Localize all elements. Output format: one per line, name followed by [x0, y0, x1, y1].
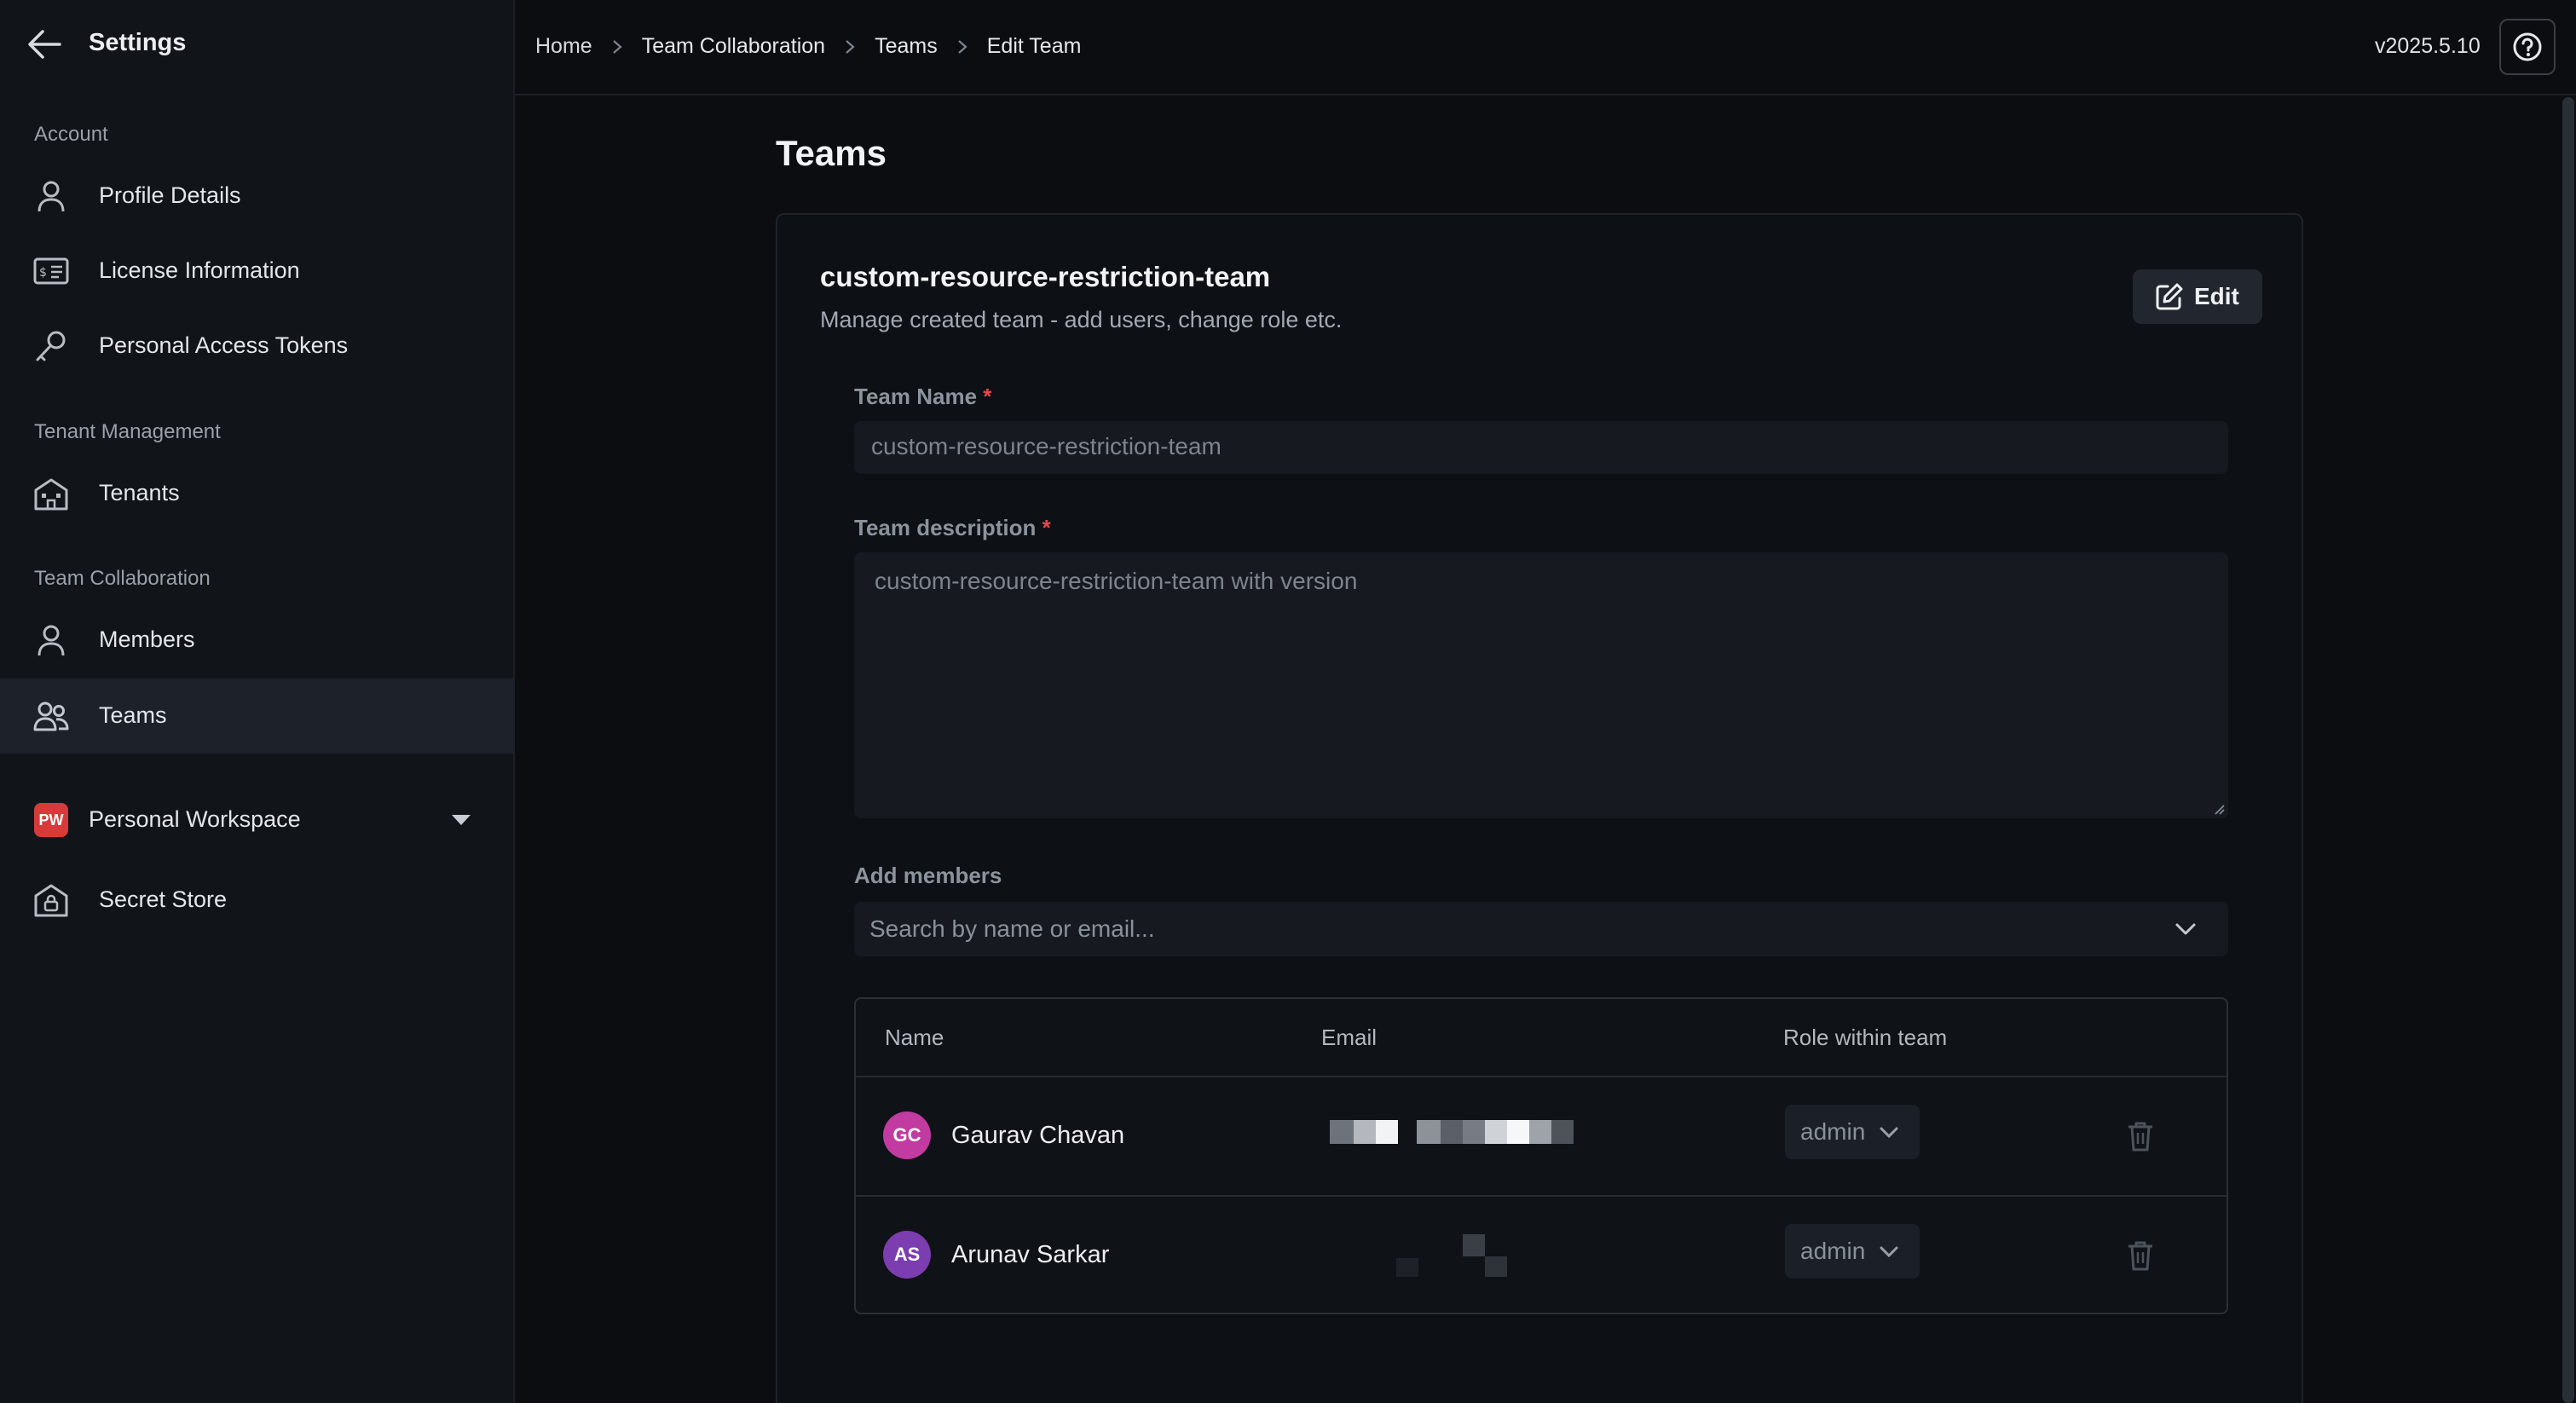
version-label: v2025.5.10 — [2375, 34, 2481, 58]
sidebar-item-license-information[interactable]: $ License Information — [0, 234, 513, 309]
role-value: admin — [1800, 1118, 1866, 1145]
required-mark: * — [1042, 515, 1051, 540]
chevron-down-icon — [2175, 923, 2196, 935]
section-team-collaboration: Team Collaboration — [34, 567, 211, 590]
team-name-label: Team Name * — [854, 384, 991, 410]
team-card-subtitle: Manage created team - add users, change … — [820, 307, 1343, 332]
workspace-badge: PW — [34, 803, 68, 837]
section-tenant-management: Tenant Management — [34, 420, 221, 443]
edit-button-label: Edit — [2194, 283, 2239, 309]
sidebar-item-teams[interactable]: Teams — [0, 678, 513, 753]
resize-grip-icon[interactable] — [2213, 803, 2225, 815]
column-header-role: Role within team — [1783, 1025, 1948, 1050]
table-row: GC Gaurav Chavan admin — [856, 1077, 2227, 1195]
required-mark: * — [983, 384, 992, 409]
add-members-label: Add members — [854, 863, 1002, 888]
sidebar-item-personal-access-tokens[interactable]: Personal Access Tokens — [0, 309, 513, 384]
sidebar-item-label: License Information — [99, 257, 300, 283]
scrollbar-thumb[interactable] — [2562, 97, 2574, 1403]
trash-icon[interactable] — [2126, 1239, 2155, 1272]
avatar: GC — [883, 1111, 931, 1159]
sidebar-item-label: Personal Access Tokens — [99, 332, 349, 358]
help-button[interactable] — [2499, 19, 2556, 75]
sidebar-item-label: Secret Store — [99, 886, 228, 912]
sidebar-item-secret-store[interactable]: Secret Store — [0, 863, 513, 938]
member-name: Gaurav Chavan — [951, 1122, 1125, 1149]
breadcrumb-teams[interactable]: Teams — [875, 34, 938, 59]
sidebar-item-profile-details[interactable]: Profile Details — [0, 159, 513, 234]
role-select[interactable]: admin — [1785, 1224, 1920, 1279]
avatar: AS — [883, 1231, 931, 1279]
users-group-icon — [33, 702, 69, 731]
sidebar-item-label: Members — [99, 626, 195, 652]
arrow-left-icon[interactable] — [26, 27, 63, 61]
chevron-right-icon — [612, 39, 622, 54]
team-card-title: custom-resource-restriction-team — [820, 261, 1271, 292]
svg-text:$: $ — [39, 266, 47, 280]
building-icon — [34, 478, 68, 511]
table-row: AS Arunav Sarkar admin — [856, 1197, 2227, 1314]
caret-down-icon — [452, 815, 471, 825]
team-name-label-text: Team Name — [854, 384, 978, 409]
sidebar: Settings Account Profile Details $ Licen… — [0, 0, 515, 1403]
section-account: Account — [34, 123, 108, 146]
license-card-icon: $ — [33, 257, 69, 285]
role-value: admin — [1800, 1238, 1866, 1264]
trash-icon[interactable] — [2126, 1120, 2155, 1152]
add-members-placeholder: Search by name or email... — [869, 915, 1155, 942]
column-header-email: Email — [1321, 1025, 1378, 1050]
chevron-down-icon — [1880, 1246, 1898, 1258]
topbar: Home Team Collaboration Teams Edit Team … — [515, 0, 2576, 95]
add-members-select[interactable]: Search by name or email... — [854, 902, 2228, 956]
workspace-label: Personal Workspace — [89, 806, 301, 832]
workspace-switcher[interactable]: PW Personal Workspace — [0, 782, 513, 857]
chevron-right-icon — [958, 39, 967, 54]
sidebar-item-label: Teams — [99, 702, 167, 728]
sidebar-item-tenants[interactable]: Tenants — [0, 456, 513, 531]
chevron-down-icon — [1880, 1127, 1898, 1139]
page-title: Teams — [776, 133, 887, 173]
role-select[interactable]: admin — [1785, 1105, 1920, 1159]
user-icon — [38, 181, 65, 212]
team-card: custom-resource-restriction-team Manage … — [776, 213, 2303, 1403]
help-circle-icon — [2513, 32, 2542, 61]
sidebar-item-members[interactable]: Members — [0, 603, 513, 678]
breadcrumb: Home Team Collaboration Teams Edit Team — [535, 34, 1081, 59]
breadcrumb-edit-team: Edit Team — [986, 34, 1082, 58]
edit-icon — [2156, 283, 2183, 310]
team-description-label-text: Team description — [854, 515, 1037, 540]
edit-button[interactable]: Edit — [2133, 269, 2262, 324]
team-name-value: custom-resource-restriction-team — [871, 433, 1222, 459]
team-description-value: custom-resource-restriction-team with ve… — [875, 568, 1358, 594]
sidebar-item-label: Profile Details — [99, 182, 241, 208]
breadcrumb-team-collaboration[interactable]: Team Collaboration — [642, 34, 825, 59]
member-name: Arunav Sarkar — [951, 1241, 1110, 1268]
team-description-label: Team description * — [854, 515, 1051, 541]
members-table: Name Email Role within team GC Gaurav Ch… — [854, 997, 2228, 1314]
sidebar-item-label: Tenants — [99, 480, 180, 505]
breadcrumb-home[interactable]: Home — [535, 34, 592, 59]
team-name-input[interactable]: custom-resource-restriction-team — [854, 421, 2228, 474]
user-icon — [38, 625, 65, 656]
chevron-right-icon — [846, 39, 855, 54]
key-icon — [36, 331, 66, 361]
column-header-name: Name — [885, 1025, 944, 1050]
team-description-textarea[interactable]: custom-resource-restriction-team with ve… — [854, 552, 2228, 818]
sidebar-header: Settings — [0, 0, 515, 89]
sidebar-title: Settings — [89, 29, 187, 56]
lock-house-icon — [34, 884, 68, 917]
